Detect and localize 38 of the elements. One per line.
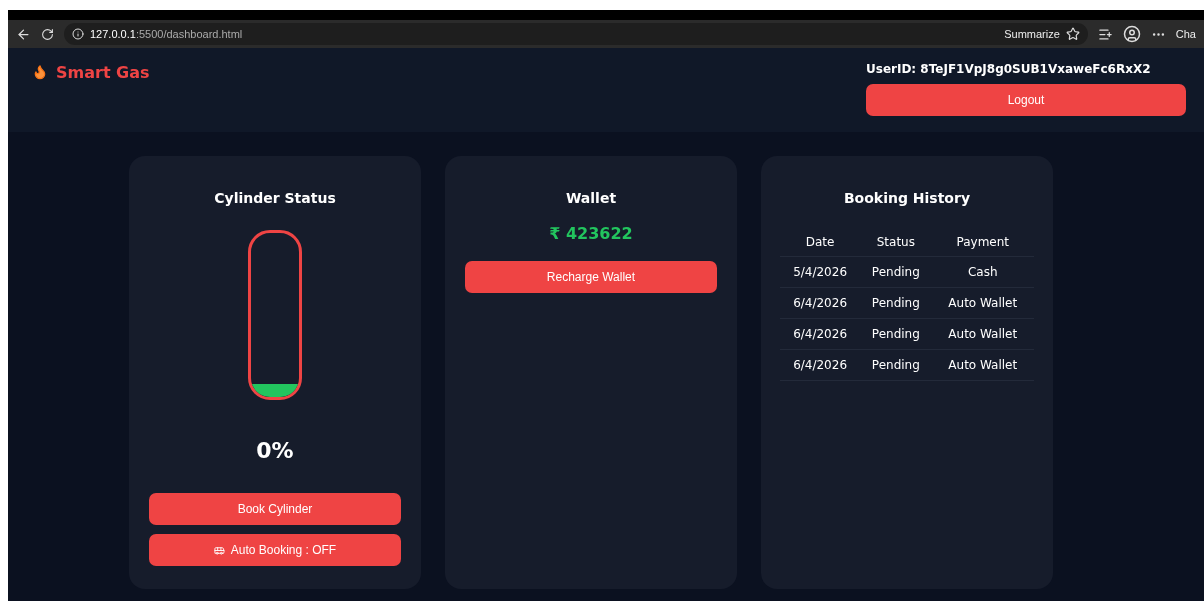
auto-booking-button[interactable]: Auto Booking : OFF xyxy=(149,534,401,566)
card-title: Cylinder Status xyxy=(214,190,336,206)
reload-icon[interactable] xyxy=(41,27,54,41)
column-header: Status xyxy=(860,228,932,257)
profile-icon[interactable] xyxy=(1122,25,1141,43)
logout-button[interactable]: Logout xyxy=(866,84,1186,116)
table-cell: 6/4/2026 xyxy=(780,287,861,319)
column-header: Payment xyxy=(931,228,1034,257)
favorites-icon[interactable] xyxy=(1097,26,1113,42)
card-title: Booking History xyxy=(843,190,971,206)
column-header: Date xyxy=(780,228,861,257)
bus-icon xyxy=(213,544,225,556)
summarize-button[interactable]: Summarize xyxy=(1004,28,1060,40)
table-cell: Pending xyxy=(860,318,932,350)
info-icon[interactable] xyxy=(72,28,84,40)
flame-icon xyxy=(32,64,48,80)
star-icon[interactable] xyxy=(1065,27,1080,41)
table-cell: 6/4/2026 xyxy=(780,318,861,350)
card-title: Wallet xyxy=(565,190,617,206)
recharge-wallet-button[interactable]: Recharge Wallet xyxy=(465,261,717,293)
copilot-button[interactable]: Cha xyxy=(1175,28,1196,40)
table-cell: Pending xyxy=(860,349,932,381)
table-cell: 6/4/2026 xyxy=(780,349,861,381)
table-cell: Auto Wallet xyxy=(931,287,1034,319)
table-cell: Auto Wallet xyxy=(931,349,1034,381)
url-text: 127.0.0.1:5500/dashboard.html xyxy=(90,28,243,40)
table-cell: 5/4/2026 xyxy=(780,256,861,288)
user-id: UserID: 8TeJF1VpJ8g0SUB1VxaweFc6RxX2 xyxy=(866,62,1152,76)
table-cell: Cash xyxy=(931,256,1034,288)
book-cylinder-button[interactable]: Book Cylinder xyxy=(149,493,401,525)
table-cell: Pending xyxy=(860,256,932,288)
back-icon[interactable] xyxy=(16,26,31,42)
table-cell: Pending xyxy=(860,287,932,319)
wallet-balance: ₹ 423622 xyxy=(549,224,633,243)
brand-name: Smart Gas xyxy=(56,62,150,82)
address-bar[interactable]: 127.0.0.1:5500/dashboard.html Summarize xyxy=(64,23,1088,45)
table-cell: Auto Wallet xyxy=(931,318,1034,350)
cylinder-percent: 0% xyxy=(256,438,294,463)
